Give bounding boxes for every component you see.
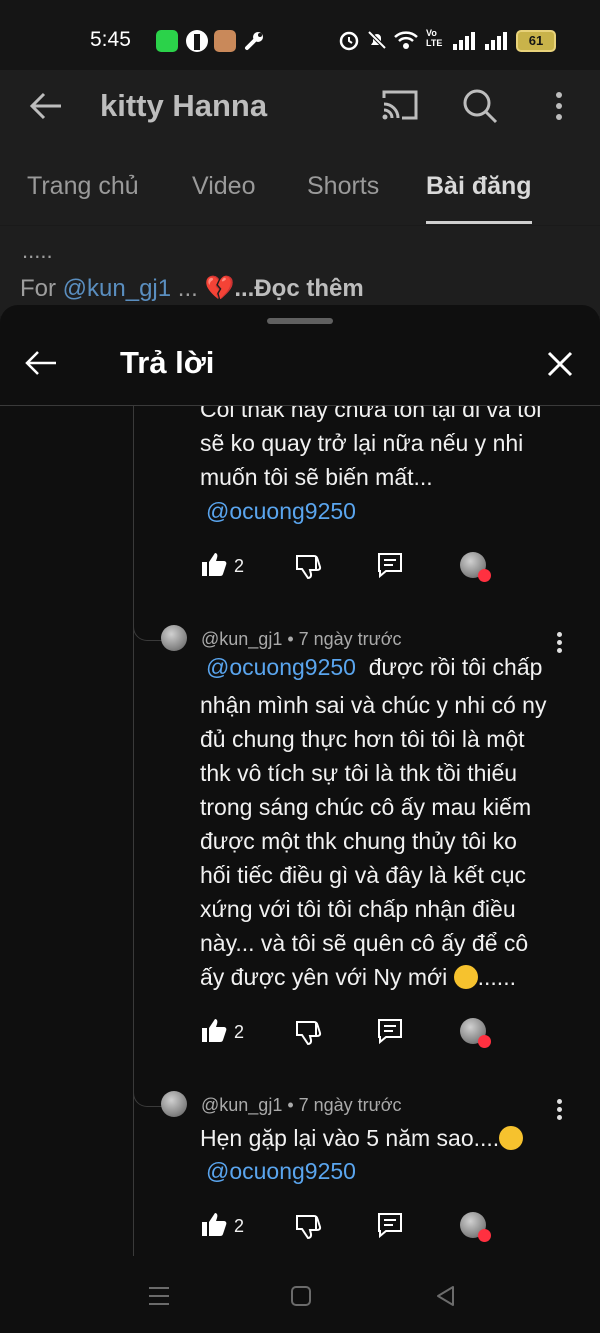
read-more-link[interactable]: ...Đọc thêm [234, 275, 363, 302]
back-arrow-icon[interactable] [28, 88, 64, 124]
comment-2-body-first: được rồi tôi chấp [355, 654, 543, 680]
avatar[interactable] [161, 625, 187, 651]
cast-icon[interactable] [380, 88, 420, 122]
comment-3-menu-icon[interactable] [557, 1099, 563, 1123]
dislike-icon[interactable] [294, 552, 322, 580]
reply-icon[interactable] [376, 1017, 404, 1045]
like-count: 2 [234, 1216, 245, 1236]
creator-heart-icon [460, 1212, 491, 1242]
dislike-icon[interactable] [294, 1212, 322, 1240]
comment-time: 7 ngày trước [298, 629, 402, 649]
like-count: 2 [234, 556, 245, 576]
comment-3-mention[interactable]: @ocuong9250 [206, 1158, 356, 1185]
relieved-face-icon [499, 1126, 524, 1150]
wifi-icon [394, 31, 418, 49]
game-avatar-icon [214, 30, 236, 52]
battery-icon: 61 [516, 30, 556, 52]
comment-2-meta: @kun_gj1 • 7 ngày trước [201, 629, 402, 650]
like-icon[interactable] [200, 1016, 228, 1044]
creator-heart-icon [460, 552, 491, 582]
tab-shorts[interactable]: Shorts [307, 172, 379, 201]
avatar[interactable] [161, 1091, 187, 1117]
thread-connector [133, 1086, 162, 1107]
comment-2-menu-icon[interactable] [557, 632, 563, 656]
more-vertical-icon[interactable] [556, 92, 562, 123]
signal-icon [453, 32, 475, 50]
creator-heart-icon [460, 1018, 491, 1048]
sheet-back-arrow-icon[interactable] [24, 346, 58, 380]
mute-bell-icon [367, 30, 387, 50]
post-prefix: For [20, 275, 63, 302]
drag-handle[interactable] [267, 318, 333, 324]
post-mention[interactable]: @kun_gj1 [63, 275, 171, 302]
status-time: 5:45 [90, 28, 131, 51]
comment-2-body: nhận mình sai và chúc y nhi có ny đủ chu… [200, 692, 547, 956]
like-icon[interactable] [200, 1210, 228, 1238]
scroll-mask [0, 392, 600, 406]
tab-posts[interactable]: Bài đăng [426, 172, 532, 201]
comment-time: 7 ngày trước [298, 1095, 402, 1115]
reply-icon[interactable] [376, 1211, 404, 1239]
thread-connector [133, 620, 162, 641]
broken-heart-icon: 💔 [204, 275, 235, 302]
comment-author[interactable]: @kun_gj1 [201, 1095, 282, 1115]
post-text[interactable]: For @kun_gj1 ... 💔...Đọc thêm [20, 274, 364, 303]
recents-menu-icon[interactable] [147, 1285, 171, 1307]
thread-line [133, 406, 134, 1256]
search-icon[interactable] [462, 88, 498, 124]
app-notification-icon [156, 30, 178, 52]
comment-3-meta: @kun_gj1 • 7 ngày trước [201, 1095, 402, 1116]
active-tab-indicator [426, 221, 532, 224]
comment-2-first-line: @ocuong9250 được rồi tôi chấp [200, 654, 542, 681]
like-count: 2 [234, 1022, 245, 1042]
battery-level: 61 [528, 33, 544, 48]
sheet-divider-overlay [0, 405, 600, 406]
comment-3-body-line: Hẹn gặp lại vào 5 năm sao.... [200, 1121, 524, 1155]
comment-3-body: Hẹn gặp lại vào 5 năm sao.... [200, 1125, 500, 1151]
relieved-face-icon [453, 965, 478, 989]
post-dots: ..... [22, 238, 53, 263]
post-ellipsis: ... [171, 275, 205, 302]
system-back-icon[interactable] [434, 1284, 456, 1308]
alarm-icon [339, 31, 359, 51]
app-header [0, 70, 600, 225]
reply-icon[interactable] [376, 551, 404, 579]
like-icon[interactable] [200, 550, 228, 578]
comment-author[interactable]: @kun_gj1 [201, 629, 282, 649]
comment-2-last-line: ấy được yên với Ny mới ...... [200, 960, 516, 994]
comment-1-mention[interactable]: @ocuong9250 [206, 498, 356, 525]
signal-icon-2 [485, 32, 507, 50]
tab-home[interactable]: Trang chủ [27, 172, 139, 201]
dislike-icon[interactable] [294, 1018, 322, 1046]
sheet-title: Trả lời [120, 345, 215, 380]
comment-2-body-last: ấy được yên với Ny mới [200, 964, 454, 990]
volte-indicator: Vo LTE [426, 28, 443, 48]
tab-video[interactable]: Video [192, 172, 256, 201]
meta-separator: • [282, 629, 299, 649]
comment-2-mention[interactable]: @ocuong9250 [206, 654, 356, 680]
comment-2-body-tail: ...... [477, 964, 516, 990]
channel-name: kitty Hanna [100, 88, 268, 123]
close-icon[interactable] [546, 350, 574, 378]
home-square-icon[interactable] [290, 1285, 312, 1307]
comment-1-body: Coi thak hay chưa tồn tại đi và tôi sẽ k… [200, 396, 542, 490]
meta-separator: • [282, 1095, 299, 1115]
facebook-icon [186, 30, 208, 52]
wrench-icon [245, 32, 263, 50]
